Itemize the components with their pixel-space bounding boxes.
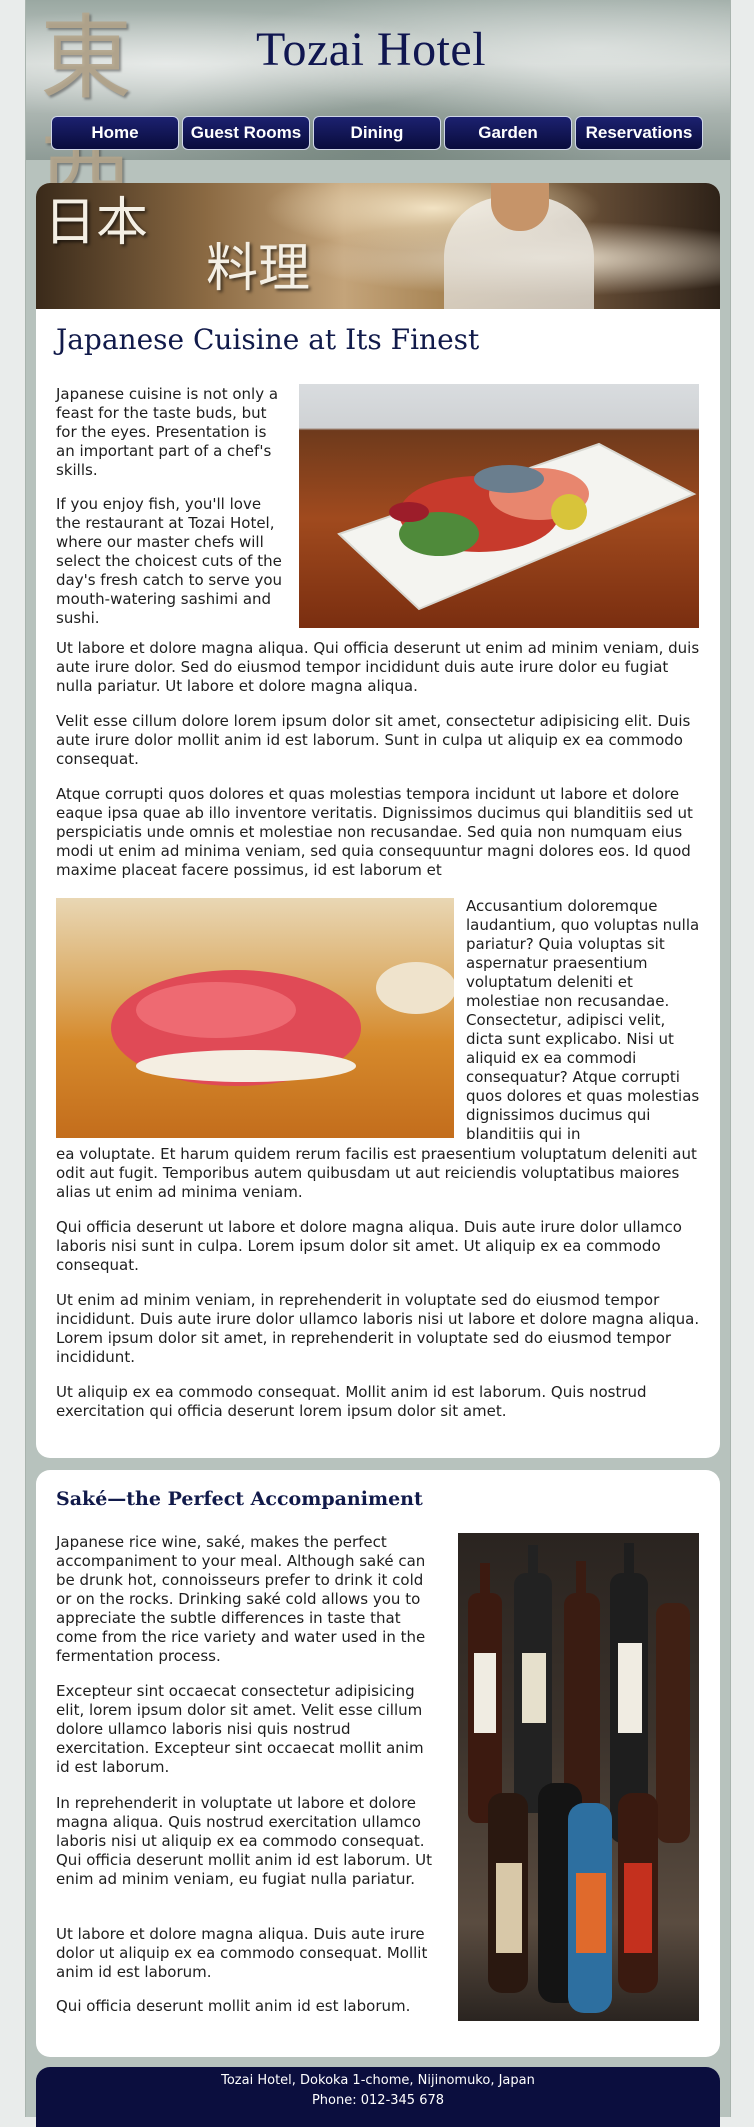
- banner-kanji-top: 日本: [44, 193, 149, 253]
- cuisine-paragraph-4: Velit esse cillum dolore lorem ipsum dol…: [56, 712, 691, 768]
- cuisine-paragraph-3: Ut labore et dolore magna aliqua. Qui of…: [56, 639, 700, 695]
- sake-panel: Saké—the Perfect Accompaniment Japanese …: [36, 1470, 720, 2057]
- tuna-sushi-photo: [56, 898, 454, 1138]
- cuisine-paragraph-5c: ea voluptate. Et harum quidem rerum faci…: [56, 1145, 697, 1201]
- sake-paragraph-1: Japanese rice wine, saké, makes the perf…: [56, 1533, 426, 1665]
- nav-dining-button[interactable]: Dining: [313, 116, 441, 150]
- sashimi-plate-drawing: [337, 442, 697, 611]
- site-footer: Tozai Hotel, Dokoka 1-chome, Nijinomuko,…: [36, 2067, 720, 2127]
- cuisine-paragraph-6: Qui officia deserunt ut labore et dolore…: [56, 1218, 682, 1274]
- sake-bottles-photo: [458, 1533, 699, 2021]
- nav-reservations-button[interactable]: Reservations: [575, 116, 703, 150]
- cuisine-paragraph-5: Atque corrupti quos dolores et quas mole…: [56, 785, 693, 879]
- cuisine-paragraph-2: If you enjoy fish, you'll love the resta…: [56, 495, 283, 627]
- site-title[interactable]: Tozai Hotel: [256, 22, 486, 77]
- cuisine-paragraph-5b: Accusantium doloremque laudantium, quo v…: [466, 897, 700, 1143]
- logo-kanji: 東 西: [40, 5, 151, 230]
- nav-guest-rooms-button[interactable]: Guest Rooms: [182, 116, 310, 150]
- sake-paragraph-5: Qui officia deserunt mollit anim id est …: [56, 1997, 411, 2015]
- sake-paragraph-2: Excepteur sint occaecat consectetur adip…: [56, 1682, 424, 1776]
- site-header: 東 西 Tozai Hotel Home Guest Rooms Dining …: [26, 0, 730, 230]
- cuisine-heading: Japanese Cuisine at Its Finest: [56, 323, 480, 356]
- sake-paragraph-3: In reprehenderit in voluptate ut labore …: [56, 1794, 433, 1888]
- footer-phone: Phone: 012-345 678: [311, 2093, 445, 2108]
- sake-paragraph-4: Ut labore et dolore magna aliqua. Duis a…: [56, 1925, 428, 1981]
- sake-heading: Saké—the Perfect Accompaniment: [56, 1488, 423, 1510]
- sashimi-photo: [299, 384, 699, 628]
- tuna-sushi-drawing: [111, 962, 454, 1086]
- cuisine-paragraph-8: Ut aliquip ex ea commodo consequat. Moll…: [56, 1383, 647, 1420]
- cuisine-paragraph-7: Ut enim ad minim veniam, in reprehenderi…: [56, 1291, 700, 1366]
- page-wrapper: 東 西 Tozai Hotel Home Guest Rooms Dining …: [25, 0, 731, 2127]
- dining-banner-image: 日本 料理: [36, 183, 720, 309]
- nav-home-button[interactable]: Home: [51, 116, 179, 150]
- cuisine-paragraph-1: Japanese cuisine is not only a feast for…: [56, 385, 279, 479]
- footer-address: Tozai Hotel, Dokoka 1-chome, Nijinomuko,…: [221, 2073, 535, 2088]
- sake-bottles-drawing: [468, 1543, 690, 2013]
- cuisine-panel: 日本 料理 Japanese Cuisine at Its Finest Jap…: [36, 183, 720, 1458]
- nav-garden-button[interactable]: Garden: [444, 116, 572, 150]
- banner-kanji-bottom: 料理: [206, 239, 311, 299]
